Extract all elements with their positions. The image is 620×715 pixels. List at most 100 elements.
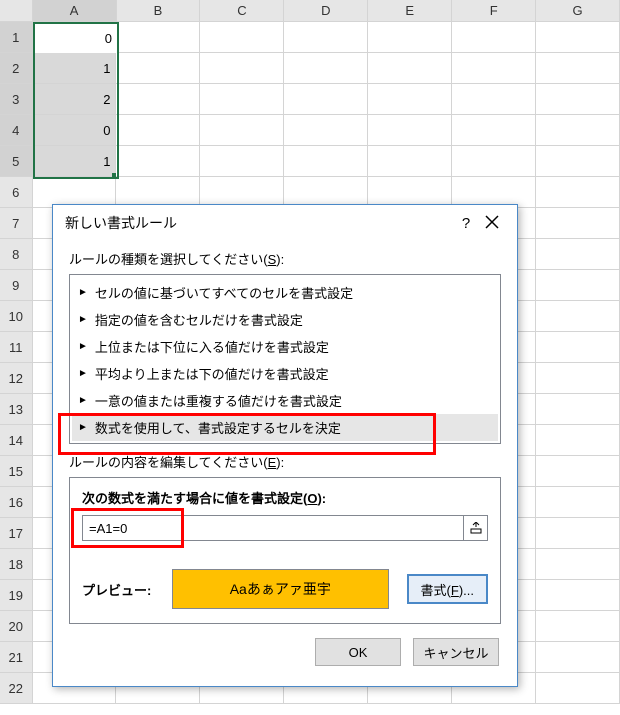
select-all-corner[interactable] xyxy=(0,0,33,22)
rule-type-item[interactable]: ►一意の値または重複する値だけを書式設定 xyxy=(72,387,498,414)
row-header-3[interactable]: 3 xyxy=(0,84,33,115)
cell-F5[interactable] xyxy=(452,146,536,177)
cell-B5[interactable] xyxy=(116,146,200,177)
format-button[interactable]: 書式(F)... xyxy=(407,574,488,604)
dialog-titlebar: 新しい書式ルール ? xyxy=(53,205,517,241)
rule-type-item[interactable]: ►指定の値を含むセルだけを書式設定 xyxy=(72,306,498,333)
cell-D3[interactable] xyxy=(284,84,368,115)
row-header-13[interactable]: 13 xyxy=(0,394,33,425)
collapse-icon xyxy=(470,522,482,534)
formula-input[interactable] xyxy=(82,515,464,541)
row-header-2[interactable]: 2 xyxy=(0,53,33,84)
cell-G9[interactable] xyxy=(536,270,620,301)
row-header-5[interactable]: 5 xyxy=(0,146,33,177)
cell-A3[interactable]: 2 xyxy=(33,84,117,115)
cell-D1[interactable] xyxy=(284,22,368,53)
chevron-right-icon: ► xyxy=(78,395,88,406)
row-header-19[interactable]: 19 xyxy=(0,580,33,611)
cell-E1[interactable] xyxy=(368,22,452,53)
row-header-11[interactable]: 11 xyxy=(0,332,33,363)
row-header-16[interactable]: 16 xyxy=(0,487,33,518)
cell-G13[interactable] xyxy=(536,394,620,425)
col-header-D[interactable]: D xyxy=(284,0,368,22)
cell-E3[interactable] xyxy=(368,84,452,115)
row-header-20[interactable]: 20 xyxy=(0,611,33,642)
cell-C5[interactable] xyxy=(200,146,284,177)
cell-G21[interactable] xyxy=(536,642,620,673)
row-header-21[interactable]: 21 xyxy=(0,642,33,673)
row-header-4[interactable]: 4 xyxy=(0,115,33,146)
rule-type-item[interactable]: ►上位または下位に入る値だけを書式設定 xyxy=(72,333,498,360)
cell-C4[interactable] xyxy=(200,115,284,146)
cell-G6[interactable] xyxy=(536,177,620,208)
cell-G7[interactable] xyxy=(536,208,620,239)
cell-G20[interactable] xyxy=(536,611,620,642)
cell-E2[interactable] xyxy=(368,53,452,84)
cell-B3[interactable] xyxy=(116,84,200,115)
row-header-7[interactable]: 7 xyxy=(0,208,33,239)
cell-G12[interactable] xyxy=(536,363,620,394)
cell-B4[interactable] xyxy=(116,115,200,146)
cell-A2[interactable]: 1 xyxy=(33,53,117,84)
cell-F1[interactable] xyxy=(452,22,536,53)
cell-G10[interactable] xyxy=(536,301,620,332)
cell-F2[interactable] xyxy=(452,53,536,84)
cell-C2[interactable] xyxy=(200,53,284,84)
cell-G15[interactable] xyxy=(536,456,620,487)
col-header-B[interactable]: B xyxy=(117,0,201,22)
cell-G16[interactable] xyxy=(536,487,620,518)
row-header-6[interactable]: 6 xyxy=(0,177,33,208)
cell-G18[interactable] xyxy=(536,549,620,580)
cell-G5[interactable] xyxy=(536,146,620,177)
col-header-C[interactable]: C xyxy=(200,0,284,22)
ok-button[interactable]: OK xyxy=(315,638,401,666)
cell-B1[interactable] xyxy=(116,22,200,53)
col-header-E[interactable]: E xyxy=(368,0,452,22)
cell-G17[interactable] xyxy=(536,518,620,549)
cell-F3[interactable] xyxy=(452,84,536,115)
col-header-A[interactable]: A xyxy=(33,0,117,22)
cell-D2[interactable] xyxy=(284,53,368,84)
col-header-G[interactable]: G xyxy=(536,0,620,22)
cell-A5[interactable]: 1 xyxy=(33,146,117,177)
cell-G22[interactable] xyxy=(536,673,620,704)
rule-type-item[interactable]: ►平均より上または下の値だけを書式設定 xyxy=(72,360,498,387)
row-header-9[interactable]: 9 xyxy=(0,270,33,301)
row-header-17[interactable]: 17 xyxy=(0,518,33,549)
range-collapse-button[interactable] xyxy=(464,515,488,541)
cell-C3[interactable] xyxy=(200,84,284,115)
row-header-14[interactable]: 14 xyxy=(0,425,33,456)
cell-G11[interactable] xyxy=(536,332,620,363)
cell-G4[interactable] xyxy=(536,115,620,146)
row-header-12[interactable]: 12 xyxy=(0,363,33,394)
help-button[interactable]: ? xyxy=(453,215,479,232)
rule-type-item-formula[interactable]: ►数式を使用して、書式設定するセルを決定 xyxy=(72,414,498,441)
cell-E4[interactable] xyxy=(368,115,452,146)
close-button[interactable] xyxy=(479,215,505,232)
rule-type-item[interactable]: ►セルの値に基づいてすべてのセルを書式設定 xyxy=(72,279,498,306)
cell-G2[interactable] xyxy=(536,53,620,84)
row-header-15[interactable]: 15 xyxy=(0,456,33,487)
cell-G8[interactable] xyxy=(536,239,620,270)
cell-G19[interactable] xyxy=(536,580,620,611)
row-header-10[interactable]: 10 xyxy=(0,301,33,332)
cancel-button[interactable]: キャンセル xyxy=(413,638,499,666)
rule-type-list[interactable]: ►セルの値に基づいてすべてのセルを書式設定 ►指定の値を含むセルだけを書式設定 … xyxy=(69,274,501,444)
cell-B2[interactable] xyxy=(116,53,200,84)
cell-D4[interactable] xyxy=(284,115,368,146)
cell-G3[interactable] xyxy=(536,84,620,115)
row-header-22[interactable]: 22 xyxy=(0,673,33,704)
col-header-F[interactable]: F xyxy=(452,0,536,22)
cell-D5[interactable] xyxy=(284,146,368,177)
cell-G14[interactable] xyxy=(536,425,620,456)
cell-E5[interactable] xyxy=(368,146,452,177)
cell-F4[interactable] xyxy=(452,115,536,146)
cell-A4[interactable]: 0 xyxy=(33,115,117,146)
cell-G1[interactable] xyxy=(536,22,620,53)
row-header-8[interactable]: 8 xyxy=(0,239,33,270)
row-header-18[interactable]: 18 xyxy=(0,549,33,580)
cell-C1[interactable] xyxy=(200,22,284,53)
chevron-right-icon: ► xyxy=(78,287,88,298)
row-header-1[interactable]: 1 xyxy=(0,22,33,53)
cell-A1[interactable] xyxy=(33,22,117,53)
